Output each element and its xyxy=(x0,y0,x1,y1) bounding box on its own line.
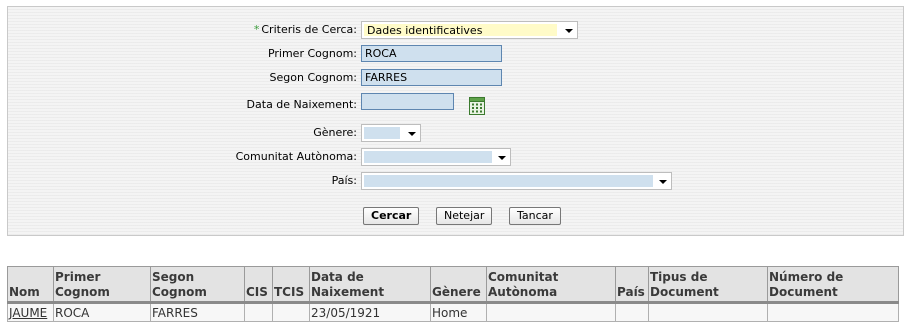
chevron-down-icon xyxy=(565,29,573,33)
chevron-down-icon xyxy=(408,132,416,136)
criteria-select[interactable]: Dades identificatives xyxy=(361,21,578,39)
column-header: CIS xyxy=(244,266,273,304)
segon-cognom-input[interactable]: FARRES xyxy=(361,69,502,86)
column-header-line2: Cognom xyxy=(152,285,207,299)
column-header: Número de Document xyxy=(767,266,899,304)
genere-label: Gènere: xyxy=(313,126,357,139)
column-header-line1: Comunitat xyxy=(488,270,559,284)
column-header-line1 xyxy=(617,270,647,285)
column-header-line1: Primer xyxy=(55,270,101,284)
column-header: Tipus de Document xyxy=(648,266,768,304)
column-header-line1: Segon xyxy=(152,270,195,284)
search-button[interactable]: Cercar xyxy=(363,207,420,225)
column-header: TCIS xyxy=(272,266,310,304)
column-header-line1 xyxy=(246,270,271,285)
column-header-line2: CIS xyxy=(246,285,268,299)
column-header: Nom xyxy=(7,266,54,304)
column-header-line2: País xyxy=(617,285,645,299)
data-naixement-input[interactable] xyxy=(361,93,454,110)
column-header-line1: Data de xyxy=(311,270,364,284)
column-header-line2: Gènere xyxy=(432,285,481,299)
table-row[interactable]: JAUME ROCA FARRES 23/05/1921 Home xyxy=(7,302,899,322)
table-cell xyxy=(244,302,273,322)
calendar-icon[interactable] xyxy=(469,96,485,115)
segon-cognom-label: Segon Cognom: xyxy=(269,71,357,84)
chevron-down-icon xyxy=(659,180,667,184)
column-header: Comunitat Autònoma xyxy=(486,266,616,304)
data-naixement-label-row: Data de Naixement: xyxy=(8,98,357,114)
required-mark: * xyxy=(253,23,260,36)
table-cell xyxy=(767,302,899,322)
comunitat-label: Comunitat Autònoma: xyxy=(235,150,357,163)
pais-select[interactable] xyxy=(361,172,672,190)
results-table: Nom Primer Cognom Segon Cognom CIS TCIS Data … xyxy=(7,266,899,322)
table-cell: ROCA xyxy=(53,302,151,322)
search-panel: * Criteris de Cerca: Dades identificative… xyxy=(7,6,904,236)
chevron-down-icon xyxy=(498,156,506,160)
genere-select-fill xyxy=(364,127,400,139)
pais-label-row: País: xyxy=(8,174,357,190)
column-header-line2: Document xyxy=(650,285,719,299)
column-header: Data de Naixement xyxy=(309,266,431,304)
column-header-line2: Nom xyxy=(9,285,40,299)
table-cell: Home xyxy=(430,302,487,322)
column-header-line2: Document xyxy=(769,285,838,299)
column-header: Segon Cognom xyxy=(150,266,245,304)
table-cell xyxy=(272,302,310,322)
criteria-select-value: Dades identificatives xyxy=(367,24,483,37)
table-cell xyxy=(615,302,649,322)
results-header-row: Nom Primer Cognom Segon Cognom CIS TCIS Data … xyxy=(7,266,899,304)
column-header: Primer Cognom xyxy=(53,266,151,304)
table-cell: 23/05/1921 xyxy=(309,302,431,322)
data-naixement-label: Data de Naixement: xyxy=(246,98,357,111)
patient-name-link[interactable]: JAUME xyxy=(9,306,47,320)
column-header-line2: TCIS xyxy=(274,285,305,299)
column-header-line1: Número de xyxy=(769,270,844,284)
column-header: País xyxy=(615,266,649,304)
primer-cognom-input[interactable]: ROCA xyxy=(361,45,502,62)
criteria-label: * Criteris de Cerca: xyxy=(254,23,357,36)
genere-label-row: Gènere: xyxy=(8,126,357,142)
table-cell: FARRES xyxy=(150,302,245,322)
primer-cognom-label: Primer Cognom: xyxy=(267,47,357,60)
results-body: JAUME ROCA FARRES 23/05/1921 Home xyxy=(7,302,899,322)
pais-label: País: xyxy=(331,174,357,187)
table-cell xyxy=(486,302,616,322)
column-header-line2: Naixement xyxy=(311,285,385,299)
column-header-line2: Cognom xyxy=(55,285,110,299)
column-header-line1 xyxy=(9,270,52,285)
pais-select-fill xyxy=(364,175,653,187)
close-button[interactable]: Tancar xyxy=(509,207,561,225)
comunitat-select[interactable] xyxy=(361,148,511,166)
table-cell[interactable]: JAUME xyxy=(7,302,54,322)
column-header-line1: Tipus de xyxy=(650,270,708,284)
segon-cognom-label-row: Segon Cognom: xyxy=(8,71,357,87)
clear-button[interactable]: Netejar xyxy=(436,207,493,225)
column-header: Gènere xyxy=(430,266,487,304)
primer-cognom-label-row: Primer Cognom: xyxy=(8,47,357,63)
comunitat-select-fill xyxy=(364,151,492,163)
comunitat-label-row: Comunitat Autònoma: xyxy=(8,150,357,166)
genere-select[interactable] xyxy=(361,124,421,142)
criteria-label-row: * Criteris de Cerca: xyxy=(8,23,357,39)
column-header-line2: Autònoma xyxy=(488,285,558,299)
column-header-line1 xyxy=(432,270,485,285)
criteria-label-text: Criteris de Cerca: xyxy=(261,23,357,36)
column-header-line1 xyxy=(274,270,308,285)
table-cell xyxy=(648,302,768,322)
